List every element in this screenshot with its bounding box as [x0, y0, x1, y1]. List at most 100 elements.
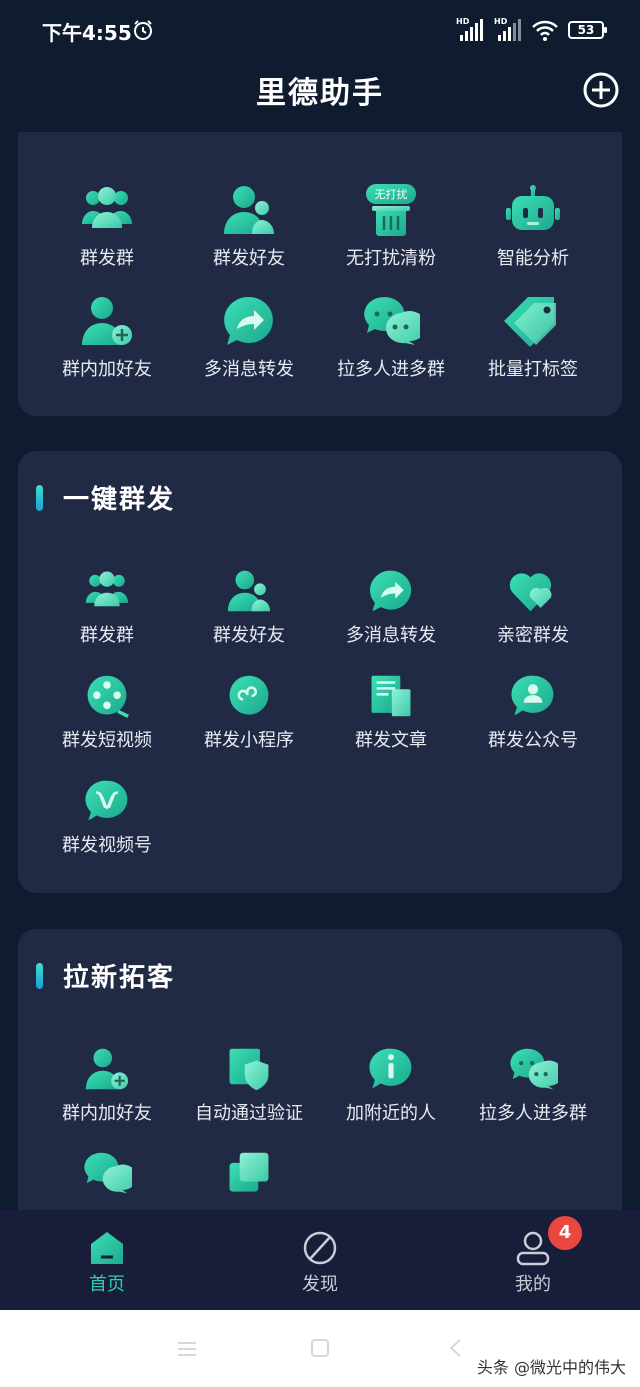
tool-label: 加附近的人 — [346, 1103, 436, 1124]
friends-icon — [224, 186, 274, 234]
tool-partial-copy[interactable] — [178, 1151, 320, 1211]
add-friend-icon — [85, 1048, 129, 1090]
forward-icon — [369, 570, 412, 612]
quiet-tag: 无打扰 — [374, 188, 408, 201]
tool-intimate-send[interactable]: 亲密群发 — [462, 569, 604, 669]
tool-label: 群发好友 — [213, 625, 285, 646]
profile-icon — [516, 1231, 550, 1266]
add-friend-icon — [82, 297, 132, 345]
tool-label: 群发群 — [80, 248, 134, 269]
nav-discover[interactable]: 发现 — [250, 1210, 390, 1310]
signal-icon: HD — [494, 17, 522, 41]
hd-label: HD — [456, 17, 470, 26]
tool-label: 亲密群发 — [497, 625, 569, 646]
article-icon — [371, 675, 411, 717]
chat-bubbles-icon — [510, 1048, 558, 1090]
status-icons: HD HD 53 — [456, 17, 607, 42]
heart-icon — [509, 573, 552, 612]
section-accent-bar — [36, 484, 43, 511]
quick-tools-card: 群发群 群发好友 无打扰清粉 无打扰 智能分析 群内加好友 多消息转发 拉多人进… — [18, 132, 622, 416]
discover-icon — [303, 1231, 337, 1265]
tool-label: 拉多人进多群 — [337, 359, 445, 380]
notification-badge: 4 — [548, 1216, 582, 1250]
status-bar: 下午4:55 HD HD 53 — [0, 0, 640, 60]
shield-icon — [229, 1048, 269, 1091]
section-accent-bar — [36, 962, 43, 989]
tool-group-send[interactable]: 群发群 — [36, 569, 178, 669]
add-button[interactable] — [583, 72, 619, 108]
tool-label: 智能分析 — [497, 248, 569, 269]
forward-icon — [224, 296, 273, 345]
tool-label: 群内加好友 — [62, 1103, 152, 1124]
group-icon — [85, 571, 129, 607]
wifi-icon — [532, 20, 558, 41]
home-icon — [91, 1232, 123, 1264]
section-title: 一键群发 — [63, 485, 176, 515]
tool-channels-send[interactable]: 群发视频号 — [36, 779, 178, 879]
tool-quiet-clean[interactable]: 无打扰清粉 无打扰 — [320, 184, 462, 284]
tool-nearby[interactable]: 加附近的人 — [320, 1047, 462, 1147]
tool-label: 群发群 — [80, 625, 134, 646]
nav-home[interactable]: 首页 — [37, 1210, 177, 1310]
tool-article-send[interactable]: 群发文章 — [320, 674, 462, 774]
home-square-icon[interactable] — [310, 1338, 330, 1358]
mini-program-icon — [229, 675, 269, 715]
signal-icon: HD — [456, 17, 484, 41]
tool-label: 多消息转发 — [204, 359, 294, 380]
tool-label: 群发好友 — [213, 248, 285, 269]
mass-send-card: 一键群发 群发群 群发好友 多消息转发 亲密群发 群发短视频 群发小程序 群发文… — [18, 451, 622, 893]
tool-label: 拉多人进多群 — [479, 1103, 587, 1124]
hd-label: HD — [494, 17, 508, 26]
battery-icon: 53 — [568, 21, 607, 39]
page-title: 里德助手 — [256, 76, 384, 111]
tool-official-account-send[interactable]: 群发公众号 — [462, 674, 604, 774]
chat-icon — [84, 1152, 132, 1194]
tool-label: 群内加好友 — [62, 359, 152, 380]
tool-add-friend-in-group[interactable]: 群内加好友 — [36, 1047, 178, 1147]
tool-smart-analysis[interactable]: 智能分析 — [462, 184, 604, 284]
tool-pull-into-groups[interactable]: 拉多人进多群 — [462, 1047, 604, 1147]
section-header: 拉新拓客 — [36, 957, 175, 994]
section-header: 一键群发 — [36, 479, 175, 516]
tool-label: 群发公众号 — [488, 730, 578, 751]
status-time: 下午4:55 — [42, 21, 132, 45]
tool-partial-chat[interactable] — [36, 1151, 178, 1211]
watermark: 头条 @微光中的伟大 — [476, 1358, 626, 1377]
tool-friend-send[interactable]: 群发好友 — [178, 569, 320, 669]
friends-icon — [227, 570, 271, 612]
tool-auto-verify[interactable]: 自动通过验证 — [178, 1047, 320, 1147]
tool-label: 无打扰清粉 — [346, 248, 436, 269]
video-reel-icon — [87, 675, 129, 718]
copy-icon — [229, 1152, 269, 1192]
tool-multi-forward[interactable]: 多消息转发 — [178, 295, 320, 395]
menu-icon[interactable] — [176, 1340, 198, 1358]
tool-mini-program-send[interactable]: 群发小程序 — [178, 674, 320, 774]
tool-label: 自动通过验证 — [195, 1103, 303, 1124]
section-title: 拉新拓客 — [63, 963, 176, 993]
robot-icon — [506, 185, 560, 230]
bottom-nav: 首页 发现 我的 — [0, 1210, 640, 1310]
tag-icon — [504, 297, 556, 347]
alarm-icon — [134, 20, 152, 40]
tool-video-send[interactable]: 群发短视频 — [36, 674, 178, 774]
tool-label: 群发短视频 — [62, 730, 152, 751]
tool-label: 群发视频号 — [62, 835, 152, 856]
tool-label: 批量打标签 — [488, 359, 578, 380]
nav-label: 首页 — [89, 1274, 125, 1295]
tool-batch-tag[interactable]: 批量打标签 — [462, 295, 604, 395]
back-icon[interactable] — [448, 1338, 462, 1358]
tool-multi-forward[interactable]: 多消息转发 — [320, 569, 462, 669]
tool-pull-into-groups[interactable]: 拉多人进多群 — [320, 295, 462, 395]
tool-group-send[interactable]: 群发群 — [36, 184, 178, 284]
group-icon — [82, 187, 132, 228]
tool-label: 群发文章 — [355, 730, 427, 751]
tool-label: 群发小程序 — [204, 730, 294, 751]
tool-add-friend-in-group[interactable]: 群内加好友 — [36, 295, 178, 395]
tool-friend-send[interactable]: 群发好友 — [178, 184, 320, 284]
nav-profile[interactable]: 我的 — [463, 1210, 603, 1310]
nearby-icon — [369, 1048, 412, 1089]
acquire-card: 拉新拓客 群内加好友 自动通过验证 加附近的人 拉多人进多群 — [18, 929, 622, 1229]
official-account-icon — [511, 675, 554, 716]
nav-label: 发现 — [302, 1274, 338, 1295]
tool-label: 多消息转发 — [346, 625, 436, 646]
